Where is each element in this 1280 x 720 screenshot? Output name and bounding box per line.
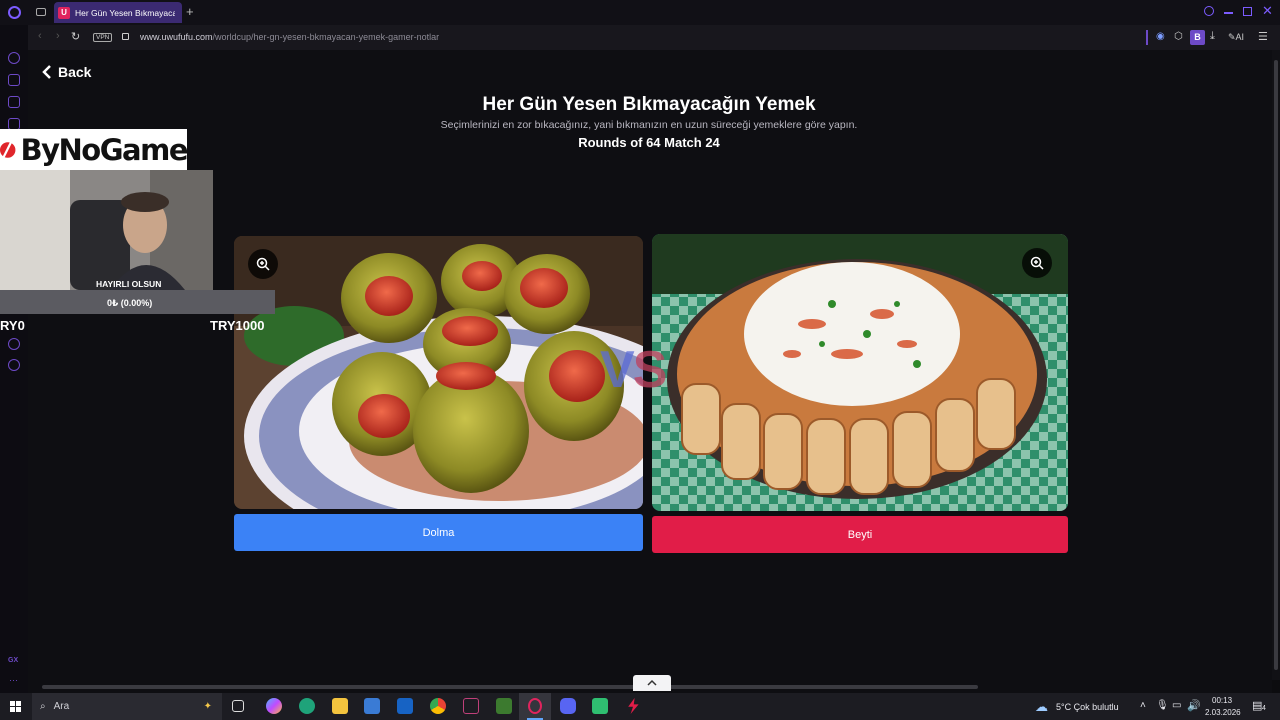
opera-gx-taskbar-active[interactable] <box>519 693 551 720</box>
zoom-right-button[interactable] <box>1022 248 1052 278</box>
back-label: Back <box>58 64 92 80</box>
sublime-icon[interactable] <box>496 698 512 714</box>
menu-icon[interactable]: ☰ <box>1258 30 1268 43</box>
dolma-image <box>234 236 643 509</box>
outlook-icon[interactable] <box>397 698 413 714</box>
wifi-signal-icon[interactable]: ◉ <box>1156 31 1165 42</box>
scroll-thumb[interactable] <box>1274 60 1278 670</box>
tab-overview-icon[interactable] <box>36 8 46 16</box>
goal-min: RY0 <box>0 318 25 333</box>
weather-text[interactable]: 5°C Çok bulutlu <box>1056 702 1119 712</box>
search-icon: ⌕ <box>40 701 46 712</box>
bynogame-logo-icon <box>0 141 16 158</box>
network-icon[interactable]: ▭ <box>1172 700 1181 711</box>
search-placeholder: Ara <box>53 701 70 712</box>
microphone-icon[interactable]: 🎙 <box>1156 700 1169 711</box>
opera-gx-icon <box>528 698 542 714</box>
extensions-icon[interactable]: ⬡ <box>1174 31 1183 42</box>
tray-expand-icon[interactable]: ˄ <box>1140 700 1146 711</box>
file-explorer-icon[interactable] <box>332 698 348 714</box>
browser-tab-bar: U Her Gün Yesen Bıkmayacağın Yemek + ✕ <box>0 0 1280 25</box>
nav-back-icon[interactable]: ‹ <box>38 30 42 42</box>
minimize-window-button[interactable] <box>1224 12 1233 14</box>
volume-icon[interactable]: 🔊 <box>1187 699 1201 712</box>
donation-title: HAYIRLI OLSUN <box>96 279 162 289</box>
scroll-track <box>42 685 978 689</box>
reload-icon[interactable]: ↻ <box>71 30 80 43</box>
page-title: Her Gün Yesen Bıkmayacağın Yemek <box>482 94 816 115</box>
edge-icon[interactable] <box>299 698 315 714</box>
beyti-image <box>652 234 1068 511</box>
workspaces-icon[interactable] <box>8 74 20 86</box>
weather-icon[interactable]: ☁ <box>1035 699 1048 715</box>
choose-left-button[interactable]: Dolma <box>234 514 643 551</box>
pinboard-icon[interactable] <box>8 338 20 350</box>
streamer-image <box>0 170 213 290</box>
logo-text: ByNoGame <box>20 132 189 167</box>
search-tabs-icon[interactable] <box>1204 6 1214 16</box>
nav-forward-icon[interactable]: › <box>56 30 60 42</box>
vertical-scrollbar[interactable] <box>1272 50 1280 680</box>
address-bar: ‹ › ↻ VPN www.uwufufu.com/worldcup/her-g… <box>28 25 1280 50</box>
taskbar-search[interactable]: ⌕ Ara ✦ <box>32 693 222 720</box>
notification-icon[interactable]: ▤ <box>1252 699 1262 712</box>
opera-logo-icon[interactable] <box>8 6 21 19</box>
vs-label: VS <box>600 340 668 400</box>
webcam-feed <box>0 170 213 290</box>
clock-date[interactable]: 2.03.2026 <box>1205 708 1241 717</box>
profile-badge[interactable]: B <box>1190 30 1205 45</box>
history-icon[interactable] <box>8 52 20 64</box>
url-domain: www.uwufufu.com <box>140 32 213 42</box>
gx-icon[interactable]: GX <box>8 657 18 664</box>
windows-taskbar: ⌕ Ara ✦ ☁ 5°C Çok bulutlu ˄ 🎙 ▭ 🔊 00:13 … <box>0 693 1280 720</box>
browser-tab-active[interactable]: U Her Gün Yesen Bıkmayacağın Yemek <box>54 2 182 23</box>
download-icon[interactable]: ⤓ <box>1210 30 1215 43</box>
bynogame-logo: ByNoGame <box>0 129 189 170</box>
close-window-button[interactable]: ✕ <box>1262 3 1273 19</box>
clock-time[interactable]: 00:13 <box>1212 696 1232 705</box>
restore-window-button[interactable] <box>1243 7 1252 16</box>
lock-icon <box>122 33 129 40</box>
uwufufu-favicon-icon: U <box>58 6 70 19</box>
donation-amount: 0₺ (0.00%) <box>107 298 153 308</box>
divider <box>1146 30 1148 45</box>
aria-ai-button[interactable]: ✎AI <box>1228 32 1244 43</box>
round-indicator: Rounds of 64 Match 24 <box>578 135 720 150</box>
scroll-up-button[interactable] <box>633 675 671 691</box>
tab-title: Her Gün Yesen Bıkmayacağın Yemek <box>75 7 175 18</box>
media-app-icon[interactable] <box>463 698 479 714</box>
notification-count: 4 <box>1262 705 1266 712</box>
discord-icon[interactable] <box>560 698 576 714</box>
streaming-app-icon[interactable] <box>628 698 639 714</box>
goal-max: TRY1000 <box>210 318 265 333</box>
zoom-left-button[interactable] <box>248 249 278 279</box>
left-food-image[interactable] <box>234 236 643 509</box>
ai-label: AI <box>1235 32 1245 42</box>
store-icon[interactable] <box>364 698 380 714</box>
right-food-image[interactable] <box>652 234 1068 511</box>
chrome-icon[interactable] <box>430 698 446 714</box>
task-view-icon[interactable] <box>232 700 244 712</box>
vpn-badge[interactable]: VPN <box>93 33 113 42</box>
new-tab-button[interactable]: + <box>186 4 194 19</box>
chevron-left-icon <box>42 65 51 79</box>
page-subtitle: Seçimlerinizi en zor bıkacağınız, yani b… <box>440 119 858 131</box>
url-field[interactable]: www.uwufufu.com/worldcup/her-gn-yesen-bk… <box>140 32 439 42</box>
choose-right-button[interactable]: Beyti <box>652 516 1068 553</box>
kick-app-icon[interactable] <box>592 698 608 714</box>
vs-s: S <box>632 341 668 399</box>
vs-v: V <box>600 341 635 399</box>
windows-start-icon[interactable] <box>10 701 21 712</box>
more-icon[interactable]: ··· <box>9 675 18 685</box>
url-path: /worldcup/her-gn-yesen-bkmayacan-yemek-g… <box>212 32 440 42</box>
zoom-in-icon <box>1030 256 1044 270</box>
copilot-sparkle-icon: ✦ <box>203 701 212 712</box>
zoom-in-icon <box>256 257 270 271</box>
chevron-up-icon <box>647 679 657 686</box>
back-button[interactable]: Back <box>42 64 91 80</box>
copilot-icon[interactable] <box>266 698 282 714</box>
settings-icon[interactable] <box>8 359 20 371</box>
